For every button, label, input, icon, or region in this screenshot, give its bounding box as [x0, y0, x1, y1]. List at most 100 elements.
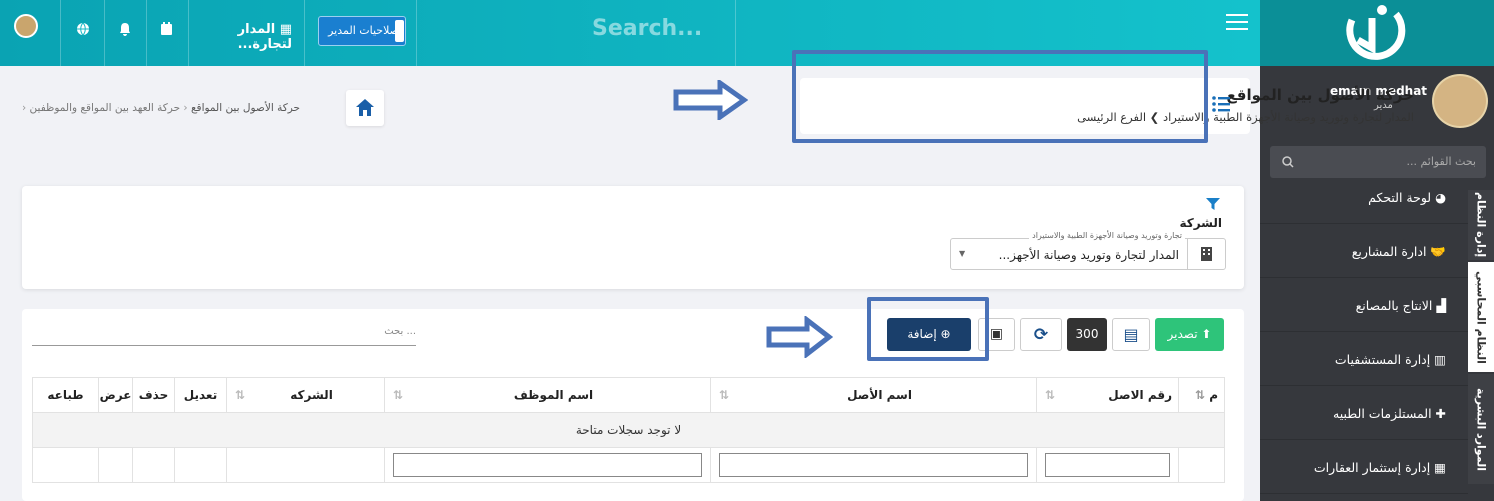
sort-icon: ⇅ — [719, 388, 730, 402]
tab-system-admin[interactable]: إدارة النظام — [1468, 190, 1494, 260]
sidebar-search-placeholder: بحث القوائم ... — [1406, 155, 1476, 168]
caret-down-icon: ▼ — [959, 249, 966, 258]
upload-icon: ⬆ — [1197, 327, 1212, 341]
manager-permissions-label: صلاحيات المدير — [328, 24, 399, 37]
arrow-right-icon — [673, 80, 748, 120]
sidebar-item-dashboard[interactable]: ◕ لوحة التحكم — [1260, 172, 1468, 224]
hospital-icon: ▥ — [1430, 352, 1446, 367]
header-label: عرض — [99, 388, 132, 402]
breadcrumb-link[interactable]: حركة العهد بين المواقع والموظفين — [30, 102, 181, 114]
sort-icon: ⇅ — [235, 388, 246, 402]
tab-label: إدارة النظام — [1474, 192, 1488, 258]
industry-icon: ▟ — [1432, 298, 1446, 313]
building-icon — [1187, 239, 1225, 269]
arrow-right-icon — [766, 316, 833, 358]
toggle-knob — [395, 20, 404, 42]
tab-label: الموارد البشرية — [1474, 387, 1488, 471]
top-search-input[interactable]: Search... — [592, 16, 702, 41]
sidebar-item-label: إدارة إستثمار العقارات — [1313, 460, 1431, 475]
manager-permissions-toggle[interactable]: صلاحيات المدير — [318, 16, 406, 46]
header-label: الشركه — [290, 388, 333, 402]
dashboard-icon: ◕ — [1431, 190, 1446, 205]
company-select-value: المدار لتجارة وتوريد وصيانة الأجهز... — [998, 248, 1179, 262]
sidebar-item-factories[interactable]: ▟ الانتاج بالمصانع — [1260, 280, 1468, 332]
refresh-icon[interactable]: ⟳ — [1020, 318, 1062, 351]
sidebar-item-projects[interactable]: 🤝 ادارة المشاريع — [1260, 226, 1468, 278]
column-header-print: طباعه — [32, 377, 99, 413]
sort-icon: ⇅ — [1194, 388, 1206, 402]
sidebar-user-avatar[interactable] — [1432, 74, 1488, 128]
calendar-icon[interactable] — [160, 22, 173, 36]
bell-icon[interactable] — [118, 22, 132, 36]
header-label: اسم الأصل — [847, 388, 912, 402]
menu-toggle-icon[interactable] — [1226, 14, 1248, 32]
column-header-company[interactable]: الشركه ⇅ — [226, 377, 385, 413]
assets-table: م ⇅ رقم الاصل ⇅ اسم الأصل ⇅ اسم الموظف ⇅ ال… — [32, 377, 1225, 483]
highlight-box-title — [792, 50, 1208, 143]
tab-hr[interactable]: الموارد البشرية — [1468, 374, 1494, 484]
tab-accounting[interactable]: النظام المحاسبي — [1468, 262, 1494, 372]
highlight-box-add — [867, 297, 989, 361]
page-title: حركة الأصول بين المواقع — [1226, 86, 1414, 104]
asset-number-filter-input[interactable] — [1045, 453, 1170, 477]
sidebar-item-label: المستلزمات الطبيه — [1333, 406, 1432, 421]
search-icon — [1282, 156, 1294, 168]
column-header-edit: تعديل — [174, 377, 227, 413]
table-filter-row — [32, 447, 1225, 483]
globe-icon[interactable] — [76, 22, 90, 36]
employee-name-filter-input[interactable] — [393, 453, 702, 477]
column-header-asset-name[interactable]: اسم الأصل ⇅ — [710, 377, 1037, 413]
filter-card: الشركة تجارة وتوريد وصيانة الأجهزة الطبي… — [22, 186, 1244, 289]
brand-area — [1260, 0, 1494, 66]
column-header-index[interactable]: م ⇅ — [1178, 377, 1225, 413]
building-icon: ▦ — [1430, 460, 1446, 475]
sidebar-item-label: الانتاج بالمصانع — [1355, 298, 1433, 313]
filter-section-label: الشركة — [1179, 216, 1222, 230]
filter-icon[interactable] — [1206, 198, 1220, 210]
list-icon[interactable] — [1206, 87, 1236, 121]
header-label: طباعه — [47, 388, 84, 402]
column-header-asset-number[interactable]: رقم الاصل ⇅ — [1036, 377, 1179, 413]
handshake-icon: 🤝 — [1426, 244, 1446, 259]
empty-message: لا توجد سجلات متاحة — [32, 412, 1225, 448]
sort-icon: ⇅ — [1045, 388, 1056, 402]
asset-name-filter-input[interactable] — [719, 453, 1028, 477]
sidebar-item-hospitals[interactable]: ▥ إدارة المستشفيات — [1260, 334, 1468, 386]
building-icon: ▦ — [279, 22, 292, 37]
header-label: حذف — [138, 388, 169, 402]
column-header-employee-name[interactable]: اسم الموظف ⇅ — [384, 377, 711, 413]
chevron-left-icon: ‹ — [22, 102, 27, 114]
home-button[interactable] — [346, 90, 384, 126]
breadcrumb: حركة الأصول بين المواقع ‹ حركة العهد بين… — [22, 102, 332, 114]
chevron-left-icon: ‹ — [180, 102, 188, 114]
home-icon — [356, 99, 374, 116]
header-label: م — [1209, 388, 1218, 402]
table-view-icon[interactable]: ▤ — [1112, 318, 1150, 351]
column-header-view: عرض — [98, 377, 133, 413]
table-search-input[interactable]: بحث ... — [32, 322, 416, 346]
export-button[interactable]: ⬆ تصدير — [1155, 318, 1224, 351]
sidebar-item-medical-supplies[interactable]: ✚ المستلزمات الطبيه — [1260, 388, 1468, 440]
table-empty-row: لا توجد سجلات متاحة — [32, 412, 1225, 448]
logo-icon — [1346, 5, 1406, 60]
header-label: تعديل — [183, 388, 218, 402]
sort-icon: ⇅ — [393, 388, 404, 402]
table-search-placeholder: بحث ... — [384, 326, 416, 337]
company-select[interactable]: تجارة وتوريد وصيانة الأجهزة الطبية والاس… — [950, 231, 1226, 270]
user-avatar[interactable] — [14, 14, 38, 38]
sidebar-item-label: لوحة التحكم — [1368, 190, 1432, 205]
page-size-label: 300 — [1075, 327, 1099, 341]
sidebar-item-label: ادارة المشاريع — [1351, 244, 1427, 259]
company-switcher[interactable]: ▦ المدار لتجارة... — [202, 22, 292, 52]
sidebar-item-real-estate[interactable]: ▦ إدارة إستثمار العقارات — [1260, 442, 1468, 494]
sidebar-item-label: إدارة المستشفيات — [1334, 352, 1431, 367]
breadcrumb-current: حركة الأصول بين المواقع — [190, 102, 300, 114]
header-label: رقم الاصل — [1108, 388, 1172, 402]
column-header-delete: حذف — [132, 377, 175, 413]
export-label: تصدير — [1167, 327, 1198, 341]
header-label: اسم الموظف — [513, 388, 594, 402]
page-size-button[interactable]: 300 — [1067, 318, 1107, 351]
tab-label: النظام المحاسبي — [1474, 270, 1488, 364]
medkit-icon: ✚ — [1431, 406, 1446, 421]
company-select-label: تجارة وتوريد وصيانة الأجهزة الطبية والاس… — [1029, 231, 1185, 240]
